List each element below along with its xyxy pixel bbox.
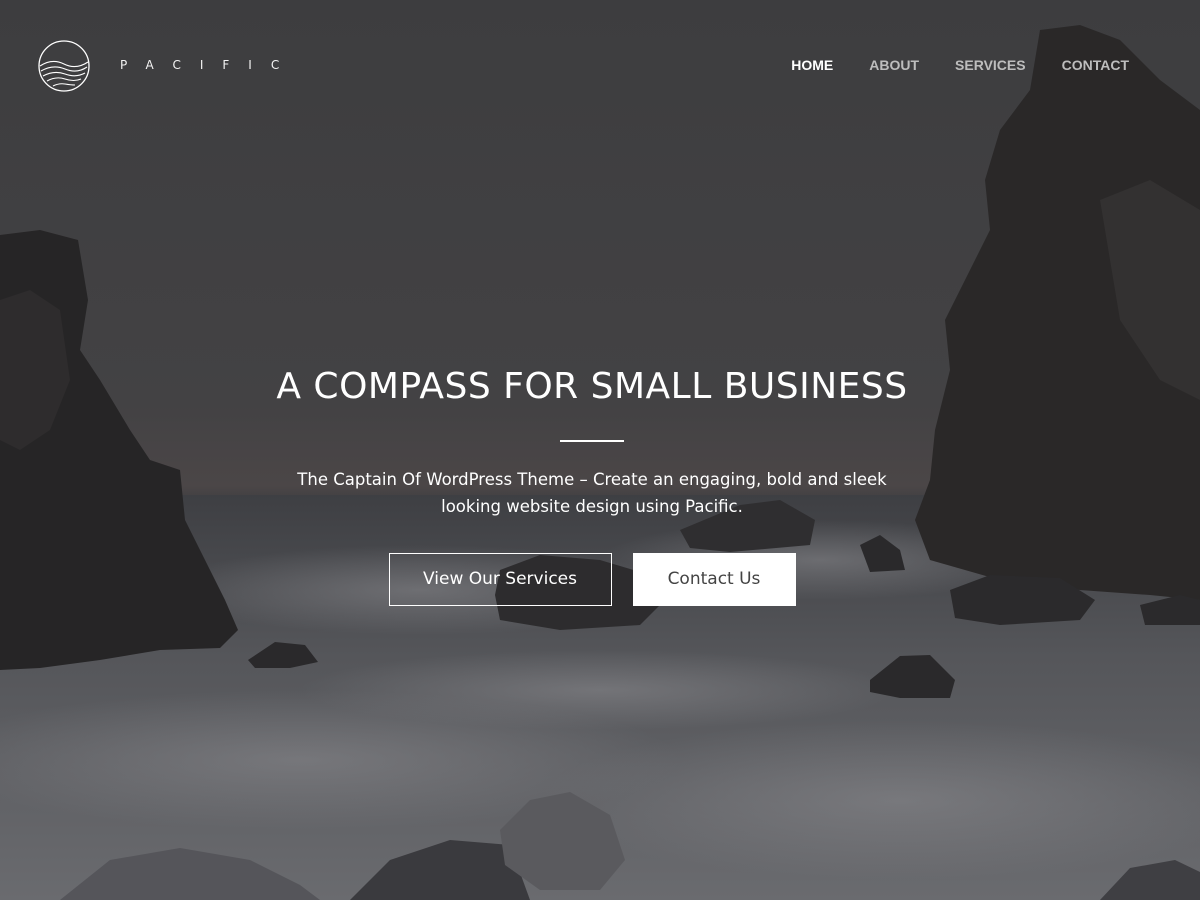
- nav-item-home[interactable]: HOME: [791, 57, 833, 73]
- hero-section: PACIFIC HOME ABOUT SERVICES CONTACT A CO…: [0, 0, 1200, 900]
- nav-item-contact[interactable]: CONTACT: [1062, 57, 1129, 73]
- nav-item-about[interactable]: ABOUT: [869, 57, 919, 73]
- contact-us-button[interactable]: Contact Us: [632, 553, 796, 606]
- hero-buttons: View Our Services Contact Us: [200, 553, 984, 606]
- hero-content: A COMPASS FOR SMALL BUSINESS The Captain…: [200, 362, 984, 606]
- hero-subtitle: The Captain Of WordPress Theme – Create …: [297, 470, 887, 516]
- title-divider: [560, 440, 624, 442]
- hero-title: A COMPASS FOR SMALL BUSINESS: [276, 366, 908, 407]
- nav-item-services[interactable]: SERVICES: [955, 57, 1026, 73]
- site-brand-name[interactable]: PACIFIC: [120, 58, 298, 72]
- site-header: PACIFIC HOME ABOUT SERVICES CONTACT: [0, 0, 1200, 130]
- waves-circle-icon[interactable]: [38, 40, 90, 92]
- view-services-button[interactable]: View Our Services: [388, 553, 612, 606]
- main-navigation: HOME ABOUT SERVICES CONTACT: [791, 57, 1129, 73]
